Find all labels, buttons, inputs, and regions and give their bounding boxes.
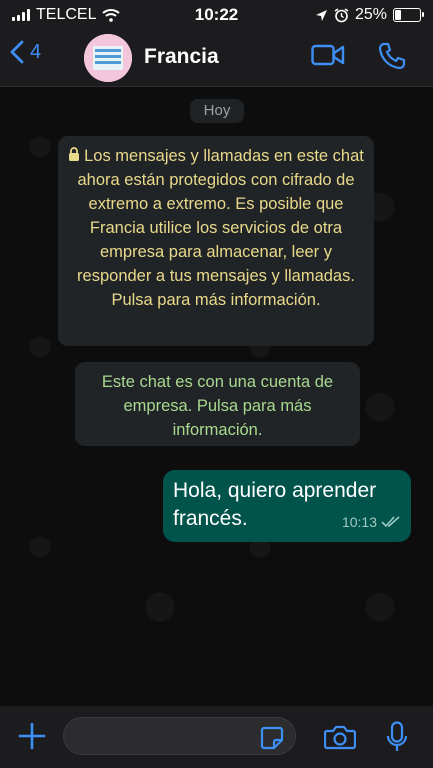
chat-header: 4 Francia (0, 30, 433, 87)
chat-area[interactable]: Hoy Los mensajes y llamadas en este chat… (0, 87, 433, 706)
battery-level (395, 10, 401, 20)
encryption-notice-text: Los mensajes y llamadas en este chat aho… (77, 147, 364, 309)
phone-call-icon[interactable] (378, 42, 406, 70)
plus-icon[interactable] (18, 722, 46, 750)
business-notice-text: Este chat es con una cuenta de empresa. … (101, 373, 334, 439)
sticker-icon[interactable] (260, 726, 284, 750)
avatar[interactable] (84, 34, 132, 82)
unread-count: 4 (30, 40, 42, 63)
status-right: 25% (315, 6, 424, 24)
back-button[interactable]: 4 (10, 40, 41, 64)
business-account-notice[interactable]: Este chat es con una cuenta de empresa. … (75, 362, 360, 446)
message-meta: 10:13 (342, 508, 401, 536)
microphone-icon[interactable] (386, 721, 408, 753)
alarm-icon (334, 7, 349, 22)
location-arrow-icon (315, 9, 327, 21)
status-bar: TELCEL 10:22 25% (0, 0, 433, 30)
composer-bar (0, 706, 433, 768)
outgoing-message[interactable]: Hola, quiero aprender francés. 10:13 (163, 470, 411, 542)
back-chevron-icon (10, 40, 24, 64)
lock-icon (69, 147, 80, 161)
encryption-notice[interactable]: Los mensajes y llamadas en este chat aho… (58, 136, 374, 346)
camera-icon[interactable] (324, 724, 356, 750)
avatar-logo-icon (84, 34, 132, 82)
double-check-icon (381, 516, 400, 528)
battery-icon (393, 8, 424, 22)
video-call-icon[interactable] (311, 42, 345, 68)
message-time: 10:13 (341, 514, 377, 530)
battery-percent: 25% (354, 6, 387, 23)
date-separator: Hoy (190, 99, 244, 123)
contact-name[interactable]: Francia (144, 45, 219, 69)
